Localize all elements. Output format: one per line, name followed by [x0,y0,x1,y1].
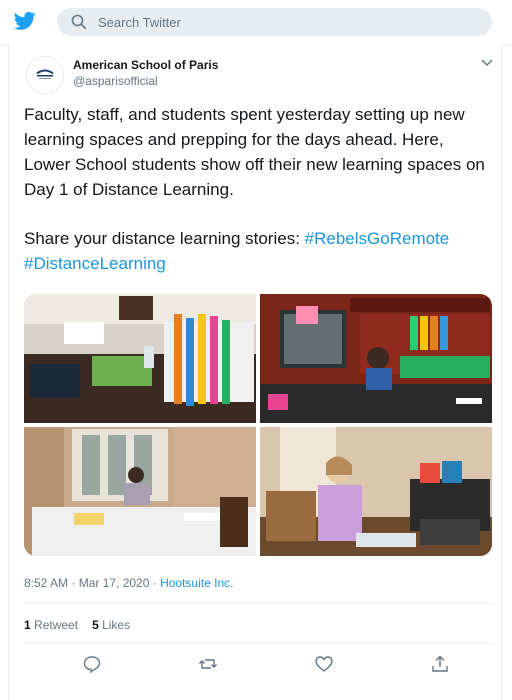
avatar[interactable] [26,56,64,94]
engagement-stats: 1 Retweet 5 Likes [24,618,130,632]
like-count: 5 [92,618,99,632]
photo-student-computer[interactable] [260,294,492,423]
hashtag-link[interactable]: #DistanceLearning [24,254,166,273]
school-logo-icon [27,57,63,93]
photo-student-table[interactable] [24,427,256,556]
search-input[interactable]: Search Twitter [98,15,181,30]
tweet-meta: 8:52 AM · Mar 17, 2020 · Hootsuite Inc. [24,576,233,590]
source-link[interactable]: Hootsuite Inc. [160,576,233,590]
action-bar [24,654,492,676]
top-bar: Search Twitter [0,0,512,45]
like-heart-icon[interactable] [314,654,334,674]
search-icon [71,14,87,30]
author-name[interactable]: American School of Paris [73,58,218,72]
timestamp[interactable]: 8:52 AM · Mar 17, 2020 · [24,576,160,590]
reply-icon[interactable] [82,654,102,674]
tweet-card: American School of Paris @asparisofficia… [8,44,502,700]
photo-student-laptop[interactable] [260,427,492,556]
tweet-text: Faculty, staff, and students spent yeste… [24,102,494,276]
search-field[interactable]: Search Twitter [57,8,492,36]
media-grid [24,294,492,556]
like-stat[interactable]: 5 Likes [92,618,130,632]
divider [24,643,492,644]
author-handle[interactable]: @asparisofficial [73,74,158,88]
tweet-paragraph: Share your distance learning stories: #R… [24,226,494,276]
twitter-bird-icon[interactable] [14,11,36,31]
retweet-stat[interactable]: 1 Retweet [24,618,78,632]
share-icon[interactable] [430,654,450,674]
divider [24,603,492,604]
tweet-paragraph: Faculty, staff, and students spent yeste… [24,105,485,199]
hashtag-link[interactable]: #RebelsGoRemote [305,229,450,248]
photo-desk-supplies[interactable] [24,294,256,423]
tweet-text-lead: Share your distance learning stories: [24,229,305,248]
retweet-label: Retweet [34,618,79,632]
chevron-down-icon[interactable] [481,59,493,67]
retweet-count: 1 [24,618,31,632]
retweet-icon[interactable] [198,654,218,674]
like-label: Likes [102,618,131,632]
